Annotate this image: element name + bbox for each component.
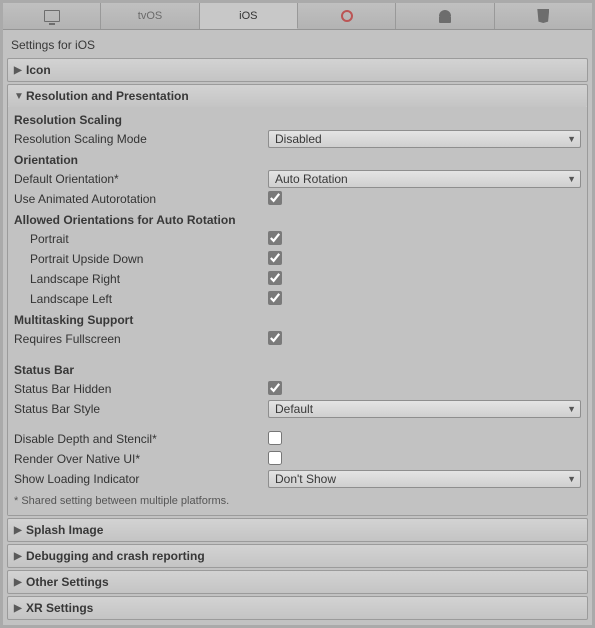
landscape-right-checkbox[interactable] — [268, 271, 282, 285]
ios-label: iOS — [239, 10, 257, 22]
chevron-right-icon: ▶ — [14, 603, 26, 614]
requires-fullscreen-label: Requires Fullscreen — [14, 332, 268, 346]
section-splash-title: Splash Image — [26, 523, 103, 537]
platform-tabs: tvOS iOS — [3, 3, 592, 30]
tvos-label: tvOS — [138, 10, 162, 22]
section-debug: ▶ Debugging and crash reporting — [7, 544, 588, 568]
page-title: Settings for iOS — [7, 32, 588, 58]
default-orientation-label: Default Orientation* — [14, 172, 268, 186]
orientation-heading: Orientation — [14, 149, 581, 169]
use-animated-autorotation-checkbox[interactable] — [268, 191, 282, 205]
status-bar-style-value: Default — [275, 402, 313, 416]
section-other-header[interactable]: ▶ Other Settings — [8, 571, 587, 593]
status-bar-style-label: Status Bar Style — [14, 402, 268, 416]
chevron-right-icon: ▶ — [14, 551, 26, 562]
section-icon-title: Icon — [26, 63, 51, 77]
show-loading-indicator-dropdown[interactable]: Don't Show ▼ — [268, 470, 581, 488]
use-animated-autorotation-label: Use Animated Autorotation — [14, 192, 268, 206]
status-bar-hidden-label: Status Bar Hidden — [14, 382, 268, 396]
landscape-left-checkbox[interactable] — [268, 291, 282, 305]
status-bar-style-dropdown[interactable]: Default ▼ — [268, 400, 581, 418]
section-icon-header[interactable]: ▶ Icon — [8, 59, 587, 81]
tab-standalone[interactable] — [3, 3, 101, 29]
section-xr: ▶ XR Settings — [7, 596, 588, 620]
status-bar-heading: Status Bar — [14, 359, 581, 379]
section-other: ▶ Other Settings — [7, 570, 588, 594]
section-resolution-body: Resolution Scaling Resolution Scaling Mo… — [8, 107, 587, 515]
landscape-left-label: Landscape Left — [14, 292, 268, 306]
section-xr-title: XR Settings — [26, 601, 93, 615]
resolution-scaling-heading: Resolution Scaling — [14, 109, 581, 129]
shared-setting-footnote: * Shared setting between multiple platfo… — [14, 489, 581, 509]
default-orientation-value: Auto Rotation — [275, 172, 348, 186]
chevron-right-icon: ▶ — [14, 525, 26, 536]
chevron-down-icon: ▼ — [567, 134, 576, 144]
section-splash: ▶ Splash Image — [7, 518, 588, 542]
section-icon: ▶ Icon — [7, 58, 588, 82]
status-bar-hidden-checkbox[interactable] — [268, 381, 282, 395]
tab-ios[interactable]: iOS — [200, 3, 298, 29]
tab-tvos[interactable]: tvOS — [101, 3, 199, 29]
section-other-title: Other Settings — [26, 575, 109, 589]
tab-android[interactable] — [396, 3, 494, 29]
allowed-orientations-heading: Allowed Orientations for Auto Rotation — [14, 209, 581, 229]
default-orientation-dropdown[interactable]: Auto Rotation ▼ — [268, 170, 581, 188]
settings-content: Settings for iOS ▶ Icon ▼ Resolution and… — [3, 30, 592, 625]
chevron-down-icon: ▼ — [567, 174, 576, 184]
android-icon — [438, 9, 452, 23]
show-loading-indicator-label: Show Loading Indicator — [14, 472, 268, 486]
section-splash-header[interactable]: ▶ Splash Image — [8, 519, 587, 541]
portrait-upside-down-checkbox[interactable] — [268, 251, 282, 265]
render-over-native-ui-checkbox[interactable] — [268, 451, 282, 465]
chevron-down-icon: ▼ — [14, 91, 26, 102]
section-resolution-header[interactable]: ▼ Resolution and Presentation — [8, 85, 587, 107]
section-debug-title: Debugging and crash reporting — [26, 549, 205, 563]
section-xr-header[interactable]: ▶ XR Settings — [8, 597, 587, 619]
requires-fullscreen-checkbox[interactable] — [268, 331, 282, 345]
tab-html5[interactable] — [495, 3, 592, 29]
render-over-native-ui-label: Render Over Native UI* — [14, 452, 268, 466]
section-resolution: ▼ Resolution and Presentation Resolution… — [7, 84, 588, 516]
show-loading-indicator-value: Don't Show — [275, 472, 336, 486]
resolution-scaling-mode-dropdown[interactable]: Disabled ▼ — [268, 130, 581, 148]
disable-depth-stencil-label: Disable Depth and Stencil* — [14, 432, 268, 446]
chevron-right-icon: ▶ — [14, 65, 26, 76]
tab-switch[interactable] — [298, 3, 396, 29]
disable-depth-stencil-checkbox[interactable] — [268, 431, 282, 445]
resolution-scaling-mode-label: Resolution Scaling Mode — [14, 132, 268, 146]
portrait-label: Portrait — [14, 232, 268, 246]
section-debug-header[interactable]: ▶ Debugging and crash reporting — [8, 545, 587, 567]
monitor-icon — [44, 10, 60, 22]
player-settings-panel: tvOS iOS Settings for iOS ▶ Icon ▼ Resol… — [0, 0, 595, 628]
multitasking-heading: Multitasking Support — [14, 309, 581, 329]
portrait-upside-down-label: Portrait Upside Down — [14, 252, 268, 266]
chevron-down-icon: ▼ — [567, 404, 576, 414]
section-resolution-title: Resolution and Presentation — [26, 89, 189, 103]
landscape-right-label: Landscape Right — [14, 272, 268, 286]
portrait-checkbox[interactable] — [268, 231, 282, 245]
chevron-right-icon: ▶ — [14, 577, 26, 588]
resolution-scaling-mode-value: Disabled — [275, 132, 322, 146]
html5-icon — [537, 9, 549, 23]
switch-icon — [341, 10, 353, 22]
chevron-down-icon: ▼ — [567, 474, 576, 484]
